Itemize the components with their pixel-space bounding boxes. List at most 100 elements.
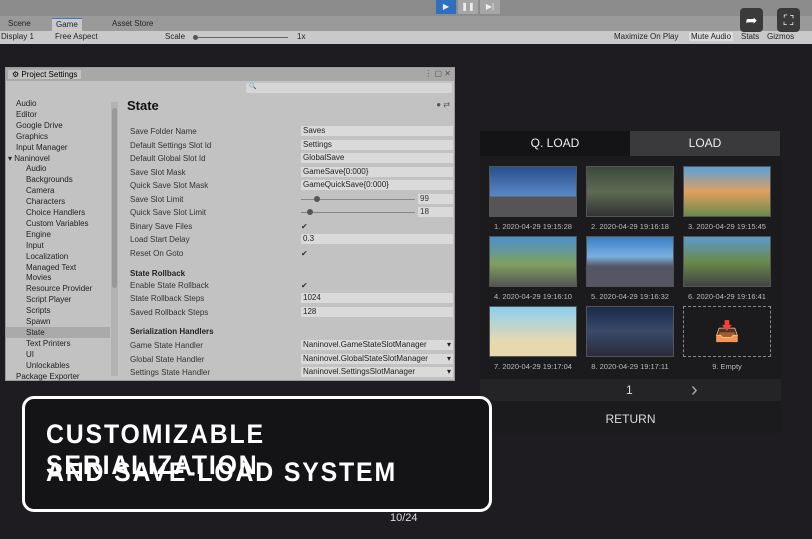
share-icon[interactable]: ➦ bbox=[740, 8, 763, 32]
caption-box: CUSTOMIZABLE SERIALIZATION AND SAVE-LOAD… bbox=[22, 396, 492, 512]
sidebar-item-label: Naninovel bbox=[14, 153, 50, 163]
field-label: Save Slot Limit bbox=[130, 194, 184, 204]
enable-rollback-checkbox[interactable]: ✔ bbox=[301, 281, 308, 290]
scale-label: Scale bbox=[165, 32, 186, 41]
sidebar-item[interactable]: Google Drive bbox=[16, 120, 116, 131]
reset-on-goto-checkbox[interactable]: ✔ bbox=[301, 249, 308, 258]
save-slot-thumbnail[interactable] bbox=[683, 236, 771, 287]
field-label: Global State Handler bbox=[130, 354, 205, 364]
help-icon[interactable]: ● ⇄ bbox=[436, 100, 450, 109]
maximize-on-play-button[interactable]: Maximize On Play bbox=[614, 32, 678, 41]
sidebar-item[interactable]: Audio bbox=[16, 98, 116, 109]
field-label: Quick Save Slot Limit bbox=[130, 208, 207, 217]
save-slot-thumbnail[interactable] bbox=[586, 166, 674, 217]
state-settings-panel: State ● ⇄ Save Folder Name Saves Default S… bbox=[121, 96, 454, 380]
save-slot-thumbnail[interactable] bbox=[489, 306, 577, 357]
close-icon[interactable]: ⋮ ▢ ✕ bbox=[424, 69, 451, 78]
save-slot-label: 3. 2020-04-29 19:15:45 bbox=[688, 222, 766, 231]
sidebar-item[interactable]: Graphics bbox=[16, 131, 116, 142]
settings-sidebar: Audio Editor Google Drive Graphics Input Man… bbox=[6, 96, 119, 382]
save-slot-limit-field[interactable]: 99 bbox=[418, 193, 453, 204]
editor-tabs: Scene Game Asset Store bbox=[0, 16, 812, 31]
sidebar-item[interactable]: Package Exporter bbox=[16, 371, 116, 382]
scale-value: 1x bbox=[297, 32, 306, 41]
return-button[interactable]: RETURN bbox=[480, 412, 781, 426]
field-label: Default Global Slot Id bbox=[130, 154, 206, 163]
tab-scene[interactable]: Scene bbox=[4, 18, 35, 31]
mute-audio-button[interactable]: Mute Audio bbox=[689, 32, 734, 41]
empty-slot[interactable]: 📥 bbox=[683, 306, 771, 357]
window-title-bar: ⚙ Project Settings ⋮ ▢ ✕ bbox=[6, 68, 454, 81]
section-header: Serialization Handlers bbox=[130, 327, 214, 336]
load-menu: Q. LOAD LOAD 1 › RETURN 1. 2020-04-29 19… bbox=[480, 131, 781, 433]
window-tab[interactable]: ⚙ Project Settings bbox=[8, 70, 82, 79]
save-slot-label: 7. 2020-04-29 19:17:04 bbox=[494, 362, 572, 371]
stats-button[interactable]: Stats bbox=[741, 32, 759, 41]
binary-save-files-checkbox[interactable]: ✔ bbox=[301, 222, 308, 231]
inbox-icon: 📥 bbox=[714, 321, 740, 343]
pause-button[interactable]: ❚❚ bbox=[458, 0, 478, 14]
gear-icon: ⚙ bbox=[12, 70, 22, 79]
save-slot-thumbnail[interactable] bbox=[683, 166, 771, 217]
fullscreen-icon[interactable]: ⛶ bbox=[777, 8, 800, 32]
save-slot-thumbnail[interactable] bbox=[489, 166, 577, 217]
window-title: Project Settings bbox=[21, 70, 78, 79]
display-dropdown[interactable]: Display 1 bbox=[1, 32, 34, 41]
gizmos-button[interactable]: Gizmos bbox=[767, 32, 794, 41]
play-button[interactable]: ▶ bbox=[436, 0, 456, 14]
field-label: Save Slot Mask bbox=[130, 167, 186, 177]
sidebar-item[interactable]: Editor bbox=[16, 109, 116, 120]
sidebar-item[interactable]: Input Manager bbox=[16, 142, 116, 153]
scrollbar-thumb[interactable] bbox=[112, 108, 117, 288]
step-button[interactable]: ▶| bbox=[480, 0, 500, 14]
field-label: Settings State Handler bbox=[130, 368, 211, 377]
default-global-slot-field[interactable]: GlobalSave bbox=[301, 153, 453, 163]
aspect-dropdown[interactable]: Free Aspect bbox=[55, 32, 98, 41]
tab-quick-load[interactable]: Q. LOAD bbox=[480, 131, 630, 156]
save-slot-label: 6. 2020-04-29 19:16:41 bbox=[688, 292, 766, 301]
tab-game[interactable]: Game bbox=[52, 18, 82, 31]
caption-line-2: AND SAVE-LOAD SYSTEM bbox=[46, 457, 398, 487]
save-slot-thumbnail[interactable] bbox=[586, 236, 674, 287]
quick-save-slot-limit-field[interactable]: 18 bbox=[418, 207, 453, 217]
project-settings-window: ⚙ Project Settings ⋮ ▢ ✕ 🔍 Audio Editor Go… bbox=[5, 67, 455, 381]
saved-rollback-steps-field[interactable]: 128 bbox=[301, 307, 453, 317]
save-slot-label: 1. 2020-04-29 19:15:28 bbox=[494, 222, 572, 231]
save-slot-thumbnail[interactable] bbox=[586, 306, 674, 357]
save-slot-thumbnail[interactable] bbox=[489, 236, 577, 287]
slide-counter: 10/24 bbox=[390, 512, 418, 524]
page-number: 1 bbox=[626, 383, 633, 397]
quick-save-slot-limit-slider[interactable] bbox=[301, 209, 415, 215]
default-settings-slot-field[interactable]: Settings bbox=[301, 139, 453, 150]
sidebar-item[interactable]: ▾ Naninovel bbox=[8, 153, 108, 164]
rollback-steps-field[interactable]: 1024 bbox=[301, 293, 453, 303]
quick-save-slot-mask-field[interactable]: GameQuickSave{0:000} bbox=[301, 180, 453, 190]
global-state-handler-dropdown[interactable]: Naninovel.GlobalStateSlotManager bbox=[301, 353, 453, 364]
search-icon: 🔍 bbox=[249, 84, 257, 90]
save-folder-name-field[interactable]: Saves bbox=[301, 126, 453, 136]
search-input[interactable]: 🔍 bbox=[246, 83, 452, 93]
field-label: Game State Handler bbox=[130, 341, 203, 350]
save-slot-label: 5. 2020-04-29 19:16:32 bbox=[591, 292, 669, 301]
page-title: State bbox=[127, 98, 159, 113]
save-slot-label: 4. 2020-04-29 19:16:10 bbox=[494, 292, 572, 301]
tab-asset-store[interactable]: Asset Store bbox=[108, 18, 157, 31]
section-header: State Rollback bbox=[130, 269, 186, 278]
tab-load[interactable]: LOAD bbox=[630, 131, 780, 156]
save-slot-label: 2. 2020-04-29 19:16:18 bbox=[591, 222, 669, 231]
save-slot-label: 9. Empty bbox=[712, 362, 742, 371]
save-slot-mask-field[interactable]: GameSave{0:000} bbox=[301, 166, 453, 177]
sidebar-item[interactable]: State bbox=[6, 326, 110, 338]
scale-slider[interactable] bbox=[193, 35, 288, 40]
field-label: State Rollback Steps bbox=[130, 294, 205, 303]
save-slot-limit-slider[interactable] bbox=[301, 195, 415, 202]
editor-play-bar: ▶ ❚❚ ▶| bbox=[0, 0, 812, 16]
field-label: Quick Save Slot Mask bbox=[130, 181, 209, 190]
game-state-handler-dropdown[interactable]: Naninovel.GameStateSlotManager bbox=[301, 340, 453, 350]
field-label: Default Settings Slot Id bbox=[130, 140, 212, 150]
field-label: Reset On Goto bbox=[130, 248, 184, 258]
next-page-button[interactable]: › bbox=[691, 379, 698, 402]
save-slot-label: 8. 2020-04-29 19:17:11 bbox=[591, 362, 669, 371]
settings-state-handler-dropdown[interactable]: Naninovel.SettingsSlotManager bbox=[301, 367, 453, 377]
load-start-delay-field[interactable]: 0.3 bbox=[301, 234, 453, 244]
